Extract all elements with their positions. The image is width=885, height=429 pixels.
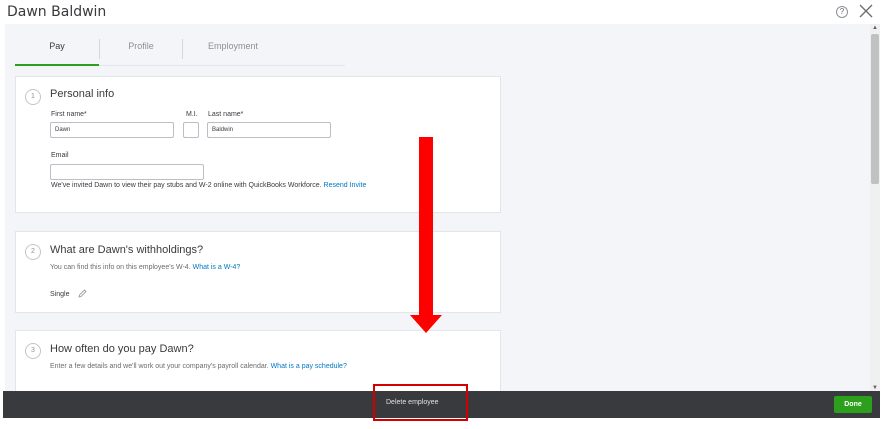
email-label: Email xyxy=(51,152,69,159)
resend-invite-link[interactable]: Resend Invite xyxy=(324,182,367,189)
pay-schedule-hint: Enter a few details and we'll work out y… xyxy=(50,363,347,370)
done-button[interactable]: Done xyxy=(834,396,872,413)
last-name-field[interactable]: Baldwin xyxy=(207,122,331,138)
step-number: 1 xyxy=(25,89,41,105)
first-name-label: First name* xyxy=(51,111,87,118)
help-icon[interactable]: ? xyxy=(836,6,848,18)
scroll-thumb[interactable] xyxy=(871,34,879,184)
withholdings-hint: You can find this info on this employee'… xyxy=(50,264,240,271)
invite-message: We've invited Dawn to view their pay stu… xyxy=(51,182,366,189)
side-panel xyxy=(504,24,870,392)
annotation-arrow-icon xyxy=(410,137,442,333)
step-number: 3 xyxy=(25,343,41,359)
step-number: 2 xyxy=(25,244,41,260)
employee-editor-window: Dawn Baldwin ? Pay Profile Employment 1 … xyxy=(0,0,885,429)
scrollbar[interactable]: ▲ ▼ xyxy=(870,24,880,392)
mi-field[interactable] xyxy=(183,122,199,138)
tab-bar: Pay Profile Employment xyxy=(15,36,345,66)
last-name-label: Last name* xyxy=(208,111,244,118)
invite-text: We've invited Dawn to view their pay stu… xyxy=(51,182,322,189)
email-field[interactable] xyxy=(50,164,204,180)
first-name-field[interactable]: Dawn xyxy=(50,122,174,138)
tab-pay[interactable]: Pay xyxy=(15,36,99,66)
filing-status: Single xyxy=(50,291,70,298)
tab-employment[interactable]: Employment xyxy=(183,36,283,66)
tab-profile[interactable]: Profile xyxy=(100,36,182,66)
scroll-up-icon[interactable]: ▲ xyxy=(870,24,880,32)
what-is-w4-link[interactable]: What is a W-4? xyxy=(193,264,241,271)
section-title: What are Dawn's withholdings? xyxy=(50,244,204,256)
pay-schedule-card: 3 How often do you pay Dawn? Enter a few… xyxy=(15,330,501,392)
mi-label: M.I. xyxy=(186,111,198,118)
annotation-highlight-box xyxy=(373,384,468,421)
hint-text: You can find this info on this employee'… xyxy=(50,264,191,271)
section-title: Personal info xyxy=(50,88,115,100)
what-is-pay-schedule-link[interactable]: What is a pay schedule? xyxy=(271,363,347,370)
section-title: How often do you pay Dawn? xyxy=(50,343,194,355)
pencil-icon[interactable] xyxy=(78,289,87,298)
page-title: Dawn Baldwin xyxy=(7,4,107,20)
hint-text: Enter a few details and we'll work out y… xyxy=(50,363,269,370)
close-icon[interactable] xyxy=(859,4,873,18)
